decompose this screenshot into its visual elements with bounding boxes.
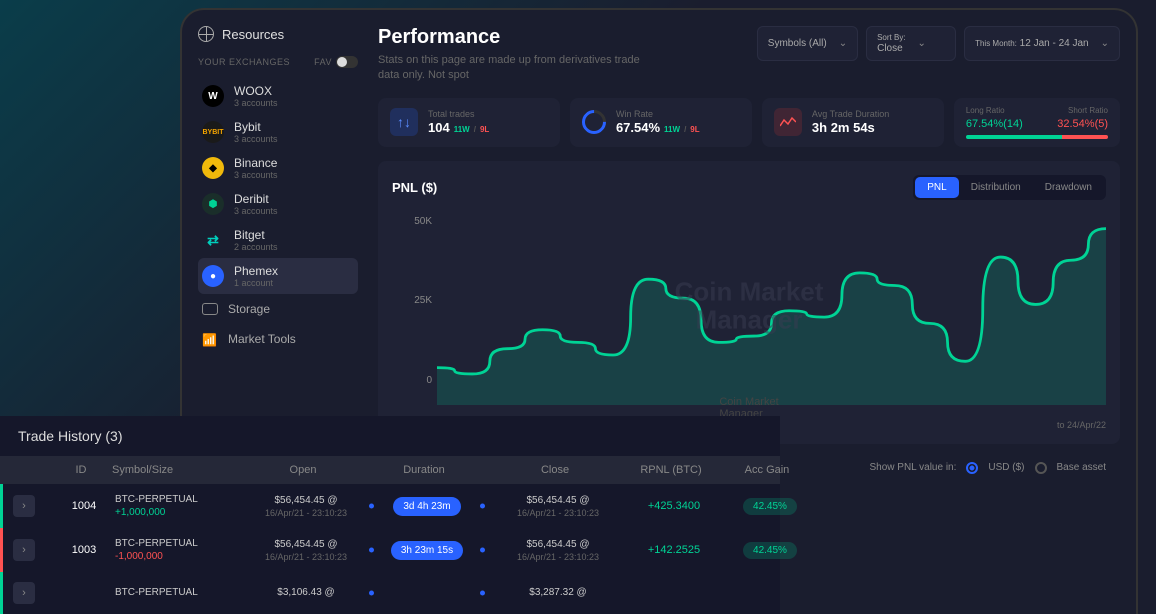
trade-history-header: ID Symbol/Size Open Duration Close RPNL … xyxy=(0,456,780,484)
pnl-toggle-label: Show PNL value in: xyxy=(869,462,956,473)
duration-pill: 3d 4h 23m xyxy=(393,497,460,516)
deribit-icon: ⬢ xyxy=(202,193,224,215)
rpnl-value: +142.2525 xyxy=(629,544,719,556)
globe-icon xyxy=(198,26,214,42)
rpnl-value: +425.3400 xyxy=(629,500,719,512)
duration-pill: 3h 23m 15s xyxy=(391,541,463,560)
bitget-icon: ⇄ xyxy=(202,229,224,251)
table-row: › 1003 BTC-PERPETUAL-1,000,000 $56,454.4… xyxy=(0,528,780,572)
toggle-switch-icon xyxy=(336,56,358,68)
exchange-woox[interactable]: W WOOX3 accounts xyxy=(198,78,358,114)
stat-win-rate: Win Rate 67.54% 11W / 9L xyxy=(570,98,752,147)
expand-button[interactable]: › xyxy=(13,495,35,517)
expand-button[interactable]: › xyxy=(13,539,35,561)
woox-icon: W xyxy=(202,85,224,107)
stat-avg-duration: Avg Trade Duration 3h 2m 54s xyxy=(762,98,944,147)
pnl-chart xyxy=(437,216,1106,406)
exchange-bybit[interactable]: BYBIT Bybit3 accounts xyxy=(198,114,358,150)
trade-id: 1004 xyxy=(59,500,109,512)
tab-drawdown[interactable]: Drawdown xyxy=(1033,177,1104,198)
stat-total-trades: ↑↓ Total trades 104 11W / 9L xyxy=(378,98,560,147)
duration-icon xyxy=(774,108,802,136)
exchange-binance[interactable]: ◆ Binance3 accounts xyxy=(198,150,358,186)
chart-tabs: PNL Distribution Drawdown xyxy=(913,175,1106,200)
signal-icon: 📶 xyxy=(202,333,218,345)
tab-distribution[interactable]: Distribution xyxy=(959,177,1033,198)
symbols-filter[interactable]: Symbols (All) ⌄ xyxy=(757,26,858,61)
radio-base[interactable] xyxy=(1035,462,1047,474)
exchange-deribit[interactable]: ⬢ Deribit3 accounts xyxy=(198,186,358,222)
gain-pill: 42.45% xyxy=(743,542,797,559)
gain-pill: 42.45% xyxy=(743,498,797,515)
chevron-down-icon: ⌄ xyxy=(918,38,926,49)
nav-storage[interactable]: Storage xyxy=(198,294,358,324)
tab-pnl[interactable]: PNL xyxy=(915,177,958,198)
exchange-bitget[interactable]: ⇄ Bitget2 accounts xyxy=(198,222,358,258)
resources-link[interactable]: Resources xyxy=(198,26,358,42)
sort-filter[interactable]: Sort By: Close ⌄ xyxy=(866,26,956,61)
pnl-chart-section: PNL ($) PNL Distribution Drawdown 50K 25… xyxy=(378,161,1120,444)
bybit-icon: BYBIT xyxy=(202,121,224,143)
trades-icon: ↑↓ xyxy=(390,108,418,136)
phemex-icon: ● xyxy=(202,265,224,287)
winrate-icon xyxy=(577,105,611,139)
exchanges-header: YOUR EXCHANGES FAV xyxy=(198,56,358,68)
trade-history-panel: Trade History (3) ID Symbol/Size Open Du… xyxy=(0,416,780,614)
fav-toggle[interactable]: FAV xyxy=(314,56,358,68)
resources-label: Resources xyxy=(222,27,284,42)
chevron-down-icon: ⌄ xyxy=(839,38,847,49)
x-range-end: to 24/Apr/22 xyxy=(1057,420,1106,430)
radio-usd[interactable] xyxy=(966,462,978,474)
nav-market-tools[interactable]: 📶 Market Tools xyxy=(198,324,358,354)
page-subtitle: Stats on this page are made up from deri… xyxy=(378,53,658,84)
table-row: › BTC-PERPETUAL $3,106.43 @ $3,287.32 @ xyxy=(0,572,780,614)
trade-id: 1003 xyxy=(59,544,109,556)
binance-icon: ◆ xyxy=(202,157,224,179)
page-title: Performance xyxy=(378,26,658,49)
table-row: › 1004 BTC-PERPETUAL+1,000,000 $56,454.4… xyxy=(0,484,780,528)
exchange-phemex[interactable]: ● Phemex1 account xyxy=(198,258,358,294)
ratio-bar xyxy=(966,135,1108,139)
chart-title: PNL ($) xyxy=(392,180,437,195)
expand-button[interactable]: › xyxy=(13,582,35,604)
y-axis: 50K 25K 0 xyxy=(392,216,432,386)
trade-history-title: Trade History (3) xyxy=(0,416,780,456)
period-filter[interactable]: This Month: 12 Jan - 24 Jan ⌄ xyxy=(964,26,1120,61)
storage-icon xyxy=(202,303,218,315)
stat-ratio: Long Ratio Short Ratio 67.54%(14) 32.54%… xyxy=(954,98,1120,147)
chevron-down-icon: ⌄ xyxy=(1101,38,1109,49)
